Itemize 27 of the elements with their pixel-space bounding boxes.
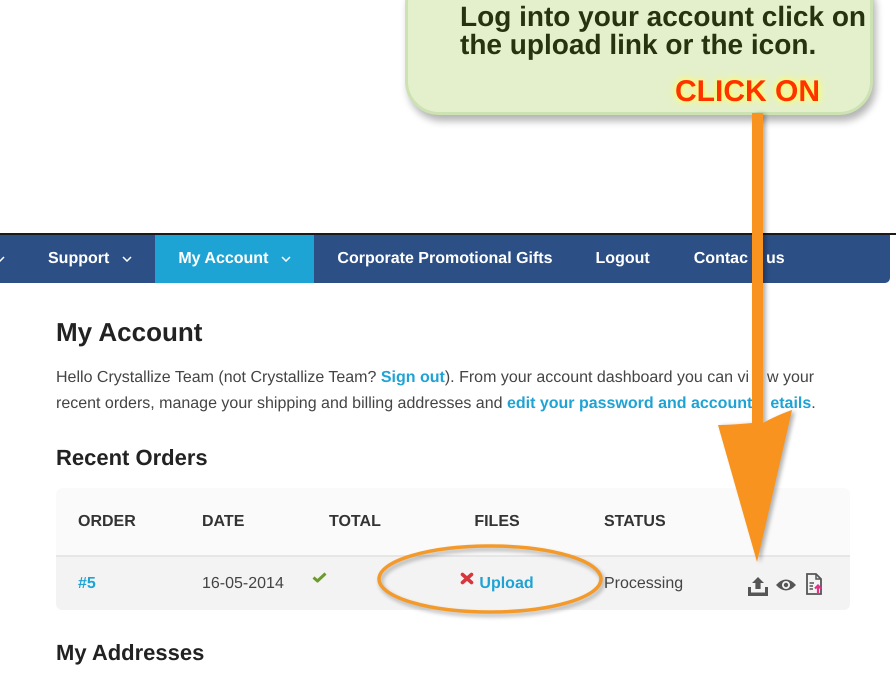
callout-text: Log into your account click on the upload link or the icon. — [460, 3, 868, 59]
nav-tab[interactable]: Corporate Promotional Gifts — [314, 235, 573, 283]
column-header: DATE — [202, 512, 244, 530]
document-icon[interactable] — [806, 572, 823, 594]
page-title: My Account — [56, 316, 204, 348]
chevron-icon — [122, 256, 132, 262]
column-header: ORDER — [78, 512, 136, 530]
text-link[interactable]: edit your password and account etails — [506, 395, 812, 412]
table-cell: Processing — [604, 574, 684, 592]
upload-icon[interactable] — [748, 577, 768, 596]
column-header: STATUS — [604, 512, 666, 530]
column-header: TOTAL — [329, 512, 381, 530]
nav-tab[interactable]: Support — [25, 235, 156, 283]
nav-tab[interactable]: Contac us — [670, 235, 807, 283]
nav-tab[interactable]: My Account — [155, 235, 314, 283]
column-header: FILES — [474, 512, 520, 532]
section-heading: Recent Orders — [56, 444, 209, 472]
section-heading: My Addresses — [56, 639, 206, 667]
click-on-label: CLICK ON — [675, 76, 820, 108]
nav-tab[interactable]: Logout — [572, 235, 671, 283]
intro-paragraph: Hello Crystallize Team (not Crystallize Team? Sign out). From your account dashboard you can vi w your recent orders, manage your shipping and billing addresses and edit your password and account etails. — [56, 368, 817, 414]
text-link[interactable]: Sign out — [380, 369, 445, 386]
chevron-icon — [281, 256, 292, 262]
table-cell: 16-05-2014 — [202, 574, 284, 592]
upload-link[interactable]: Upload — [479, 572, 534, 596]
eye-icon[interactable] — [776, 578, 796, 590]
order-link[interactable]: #5 — [78, 574, 96, 592]
